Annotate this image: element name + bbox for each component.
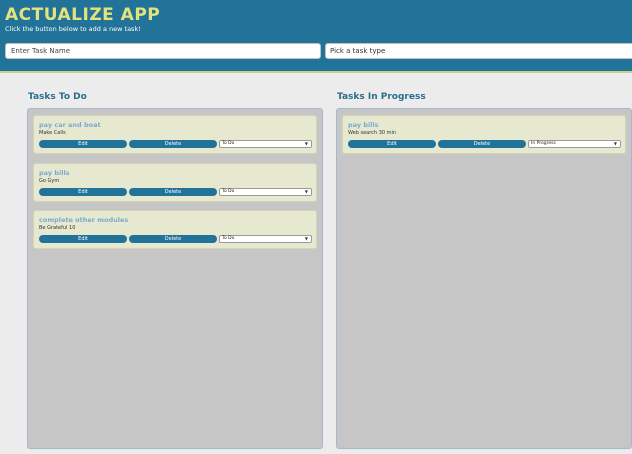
task-description: Go Gym [39, 178, 60, 184]
status-value: To Do [222, 141, 235, 146]
status-value: To Do [222, 236, 235, 241]
task-title: complete other modules [39, 216, 129, 224]
edit-button[interactable]: Edit [39, 140, 127, 148]
chevron-down-icon: ▼ [304, 189, 308, 194]
status-select[interactable]: In Progress ▼ [528, 140, 621, 148]
in-progress-column: pay bills Web search 30 min Edit Delete … [336, 108, 632, 449]
task-card: complete other modules Be Grateful 10 Ed… [33, 210, 317, 249]
task-card: pay car and boat Make Calls Edit Delete … [33, 115, 317, 154]
task-title: pay bills [39, 169, 70, 177]
edit-button[interactable]: Edit [39, 188, 127, 196]
task-description: Be Grateful 10 [39, 225, 76, 231]
task-title: pay bills [348, 121, 379, 129]
task-description: Make Calls [39, 130, 66, 136]
task-title: pay car and boat [39, 121, 101, 129]
status-value: To Do [222, 189, 235, 194]
app-header: ACTUALIZE APP Click the button below to … [0, 0, 632, 73]
in-progress-column-title: Tasks In Progress [337, 92, 426, 102]
todo-column-title: Tasks To Do [28, 92, 87, 102]
chevron-down-icon: ▼ [613, 141, 617, 146]
edit-button[interactable]: Edit [39, 235, 127, 243]
status-select[interactable]: To Do ▼ [219, 188, 312, 196]
task-card: pay bills Web search 30 min Edit Delete … [342, 115, 626, 154]
task-card: pay bills Go Gym Edit Delete To Do ▼ [33, 163, 317, 202]
task-name-input[interactable] [5, 43, 321, 59]
chevron-down-icon: ▼ [304, 236, 308, 241]
task-type-placeholder: Pick a task type [330, 47, 386, 55]
task-type-select[interactable]: Pick a task type [325, 43, 632, 59]
chevron-down-icon: ▼ [304, 141, 308, 146]
delete-button[interactable]: Delete [129, 235, 217, 243]
todo-column: pay car and boat Make Calls Edit Delete … [27, 108, 323, 449]
app-subtitle: Click the button below to add a new task… [5, 25, 141, 33]
status-value: In Progress [531, 141, 556, 146]
status-select[interactable]: To Do ▼ [219, 140, 312, 148]
status-select[interactable]: To Do ▼ [219, 235, 312, 243]
app-title: ACTUALIZE APP [5, 5, 161, 25]
delete-button[interactable]: Delete [438, 140, 526, 148]
delete-button[interactable]: Delete [129, 188, 217, 196]
edit-button[interactable]: Edit [348, 140, 436, 148]
delete-button[interactable]: Delete [129, 140, 217, 148]
task-description: Web search 30 min [348, 130, 397, 136]
